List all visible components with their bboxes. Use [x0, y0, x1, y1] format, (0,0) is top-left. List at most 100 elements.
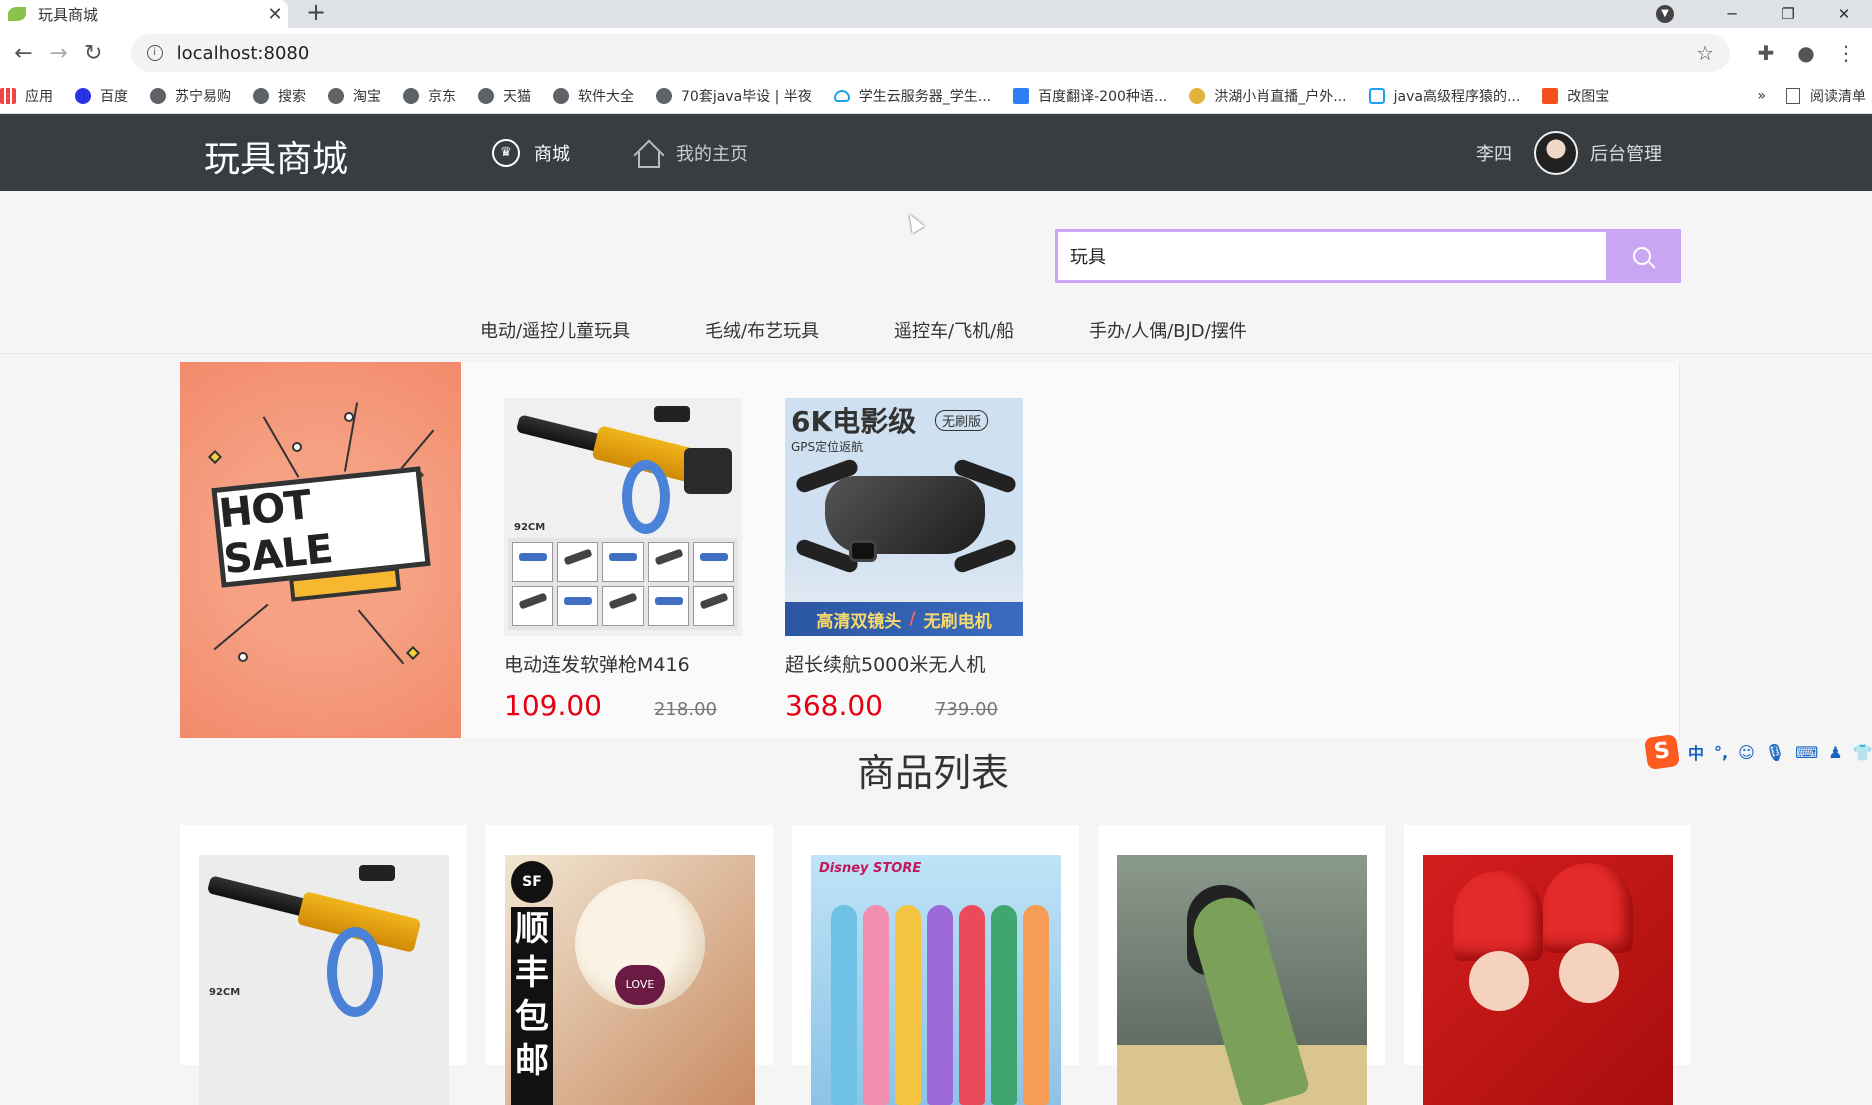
- product-name[interactable]: 超长续航5000米无人机: [785, 650, 1025, 677]
- username[interactable]: 李四: [1476, 140, 1512, 166]
- bookmark-item[interactable]: 洪湖小肖直播_户外...: [1189, 86, 1347, 106]
- home-icon: [634, 140, 662, 168]
- ime-mode[interactable]: 中: [1688, 740, 1704, 764]
- bookmark-item[interactable]: 应用: [0, 86, 53, 106]
- search-box: [1055, 229, 1681, 283]
- close-window-icon[interactable]: ✕: [1816, 5, 1872, 23]
- translate-icon: [1013, 87, 1030, 104]
- promo-item[interactable]: 6K电影级 无刷版 GPS定位返航 高清双镜头 / 无刷电机 超长续航5000米…: [785, 398, 1025, 722]
- category-figures[interactable]: 手办/人偶/BJD/摆件: [1089, 317, 1247, 343]
- sogou-ime-icon[interactable]: S: [1643, 733, 1681, 771]
- accessory-cell: [512, 586, 554, 626]
- bookmark-item[interactable]: 百度翻译-200种语...: [1013, 86, 1167, 106]
- accessory-grid: [508, 538, 738, 630]
- browser-tab[interactable]: 玩具商城 ✕: [0, 0, 288, 28]
- user-icon[interactable]: ♟: [1828, 743, 1842, 762]
- search-button[interactable]: [1606, 232, 1678, 280]
- site-logo[interactable]: 玩具商城: [204, 130, 348, 182]
- product-image-blaster[interactable]: 92CM: [504, 398, 742, 636]
- doll-face: [1469, 951, 1529, 1011]
- bookmarks-more-button[interactable]: »: [1757, 88, 1766, 104]
- accessory-cell: [692, 586, 734, 626]
- nav-mall[interactable]: ♛ 商城: [492, 114, 570, 191]
- product-thumb-red-dolls[interactable]: [1423, 855, 1673, 1105]
- doll-shape: [831, 905, 857, 1105]
- profile-icon[interactable]: ●: [1786, 41, 1826, 65]
- extensions-puzzle-icon[interactable]: ✚: [1746, 41, 1786, 65]
- product-thumb-princess-dolls[interactable]: Disney STORE: [811, 855, 1061, 1105]
- sf-badge: SF: [511, 861, 553, 903]
- product-card[interactable]: 92CM: [180, 825, 467, 1105]
- menu-dots-icon[interactable]: ⋮: [1826, 41, 1866, 65]
- address-bar[interactable]: i localhost:8080 ☆: [130, 34, 1730, 72]
- bookmarks-bar: 应用 百度 苏宁易购 搜索 淘宝 京东 天猫 软件大全 70套java毕设 | …: [0, 78, 1872, 114]
- nav-my-home[interactable]: 我的主页: [634, 114, 748, 191]
- promo-item[interactable]: 92CM 电动连发软弹枪M416 109.00 218.00: [504, 398, 744, 722]
- minimize-icon[interactable]: ─: [1704, 5, 1760, 23]
- microphone-icon[interactable]: 🎙: [1765, 743, 1785, 762]
- product-price: 109.00: [504, 689, 602, 722]
- product-thumb-dinosaur-plush[interactable]: [1117, 855, 1367, 1105]
- bookmark-item[interactable]: 学生云服务器_学生...: [833, 86, 991, 106]
- doll-shape: [959, 905, 985, 1105]
- site-info-icon[interactable]: i: [146, 45, 163, 61]
- bookmark-star-icon[interactable]: ☆: [1696, 41, 1714, 65]
- bookmark-item[interactable]: 70套java毕设 | 半夜: [656, 86, 812, 106]
- product-thumb-teddy-bear[interactable]: SF 顺丰包邮 LOVE: [505, 855, 755, 1105]
- accessory-cell: [602, 542, 644, 582]
- emoji-icon[interactable]: ☺: [1738, 743, 1755, 762]
- accessory-cell: [692, 542, 734, 582]
- keyboard-icon[interactable]: ⌨: [1795, 743, 1818, 762]
- accessory-cell: [602, 586, 644, 626]
- doll-shape: [895, 905, 921, 1105]
- hot-sale-banner[interactable]: HOT SALE: [180, 362, 461, 738]
- address-url[interactable]: localhost:8080: [177, 43, 1696, 64]
- globe-icon: [553, 87, 569, 104]
- reading-list-icon: [1786, 87, 1800, 104]
- product-price: 368.00: [785, 689, 883, 722]
- bookmark-item[interactable]: 苏宁易购: [150, 86, 231, 106]
- site-header: 玩具商城 ♛ 商城 我的主页 李四 后台管理: [0, 114, 1872, 191]
- reload-icon[interactable]: ↻: [76, 41, 111, 66]
- bookmark-item[interactable]: 软件大全: [553, 86, 634, 106]
- globe-icon: [403, 87, 419, 104]
- back-arrow-icon[interactable]: ←: [6, 41, 41, 66]
- ime-punct[interactable]: °,: [1714, 743, 1728, 762]
- size-tag: 92CM: [514, 522, 546, 533]
- globe-icon: [253, 87, 269, 104]
- product-card[interactable]: [1098, 825, 1385, 1105]
- globe-icon: [478, 87, 494, 104]
- product-old-price: 739.00: [934, 699, 998, 720]
- download-icon[interactable]: ▼: [1656, 5, 1674, 23]
- product-image-drone[interactable]: 6K电影级 无刷版 GPS定位返航 高清双镜头 / 无刷电机: [785, 398, 1023, 636]
- product-card[interactable]: Disney STORE: [792, 825, 1079, 1105]
- user-area: 李四 后台管理: [1476, 114, 1662, 191]
- bookmark-item[interactable]: 搜索: [253, 86, 306, 106]
- toolbar-right: ✚ ● ⋮: [1746, 41, 1866, 65]
- product-card[interactable]: SF 顺丰包邮 LOVE: [486, 825, 773, 1105]
- doll-shape: [991, 905, 1017, 1105]
- close-tab-icon[interactable]: ✕: [262, 4, 288, 25]
- skin-icon[interactable]: 👕: [1853, 743, 1872, 762]
- category-plush-toys[interactable]: 毛绒/布艺玩具: [705, 317, 819, 343]
- bookmark-item[interactable]: 改图宝: [1542, 86, 1609, 106]
- category-rc-vehicles[interactable]: 遥控车/飞机/船: [894, 317, 1014, 343]
- product-thumb-blaster[interactable]: 92CM: [199, 855, 449, 1105]
- bookmark-item[interactable]: java高级程序猿的...: [1368, 86, 1520, 106]
- restore-icon[interactable]: ❐: [1760, 5, 1816, 23]
- product-name[interactable]: 电动连发软弹枪M416: [504, 650, 744, 677]
- admin-link[interactable]: 后台管理: [1590, 140, 1662, 166]
- category-electric-toys[interactable]: 电动/遥控儿童玩具: [480, 317, 630, 343]
- product-card[interactable]: [1404, 825, 1691, 1105]
- bookmark-item[interactable]: 淘宝: [328, 86, 381, 106]
- product-grid: 92CM SF 顺丰包邮 LOVE Disney STORE: [180, 825, 1691, 1105]
- new-tab-button[interactable]: +: [306, 0, 326, 26]
- avatar[interactable]: [1534, 130, 1578, 175]
- bookmark-item[interactable]: 京东: [403, 86, 456, 106]
- bookmark-item[interactable]: 百度: [75, 86, 128, 106]
- doll-shape: [863, 905, 889, 1105]
- bookmark-item[interactable]: 天猫: [478, 86, 531, 106]
- forward-arrow-icon[interactable]: →: [41, 41, 76, 66]
- search-input[interactable]: [1058, 232, 1606, 280]
- reading-list-button[interactable]: 阅读清单: [1786, 86, 1866, 106]
